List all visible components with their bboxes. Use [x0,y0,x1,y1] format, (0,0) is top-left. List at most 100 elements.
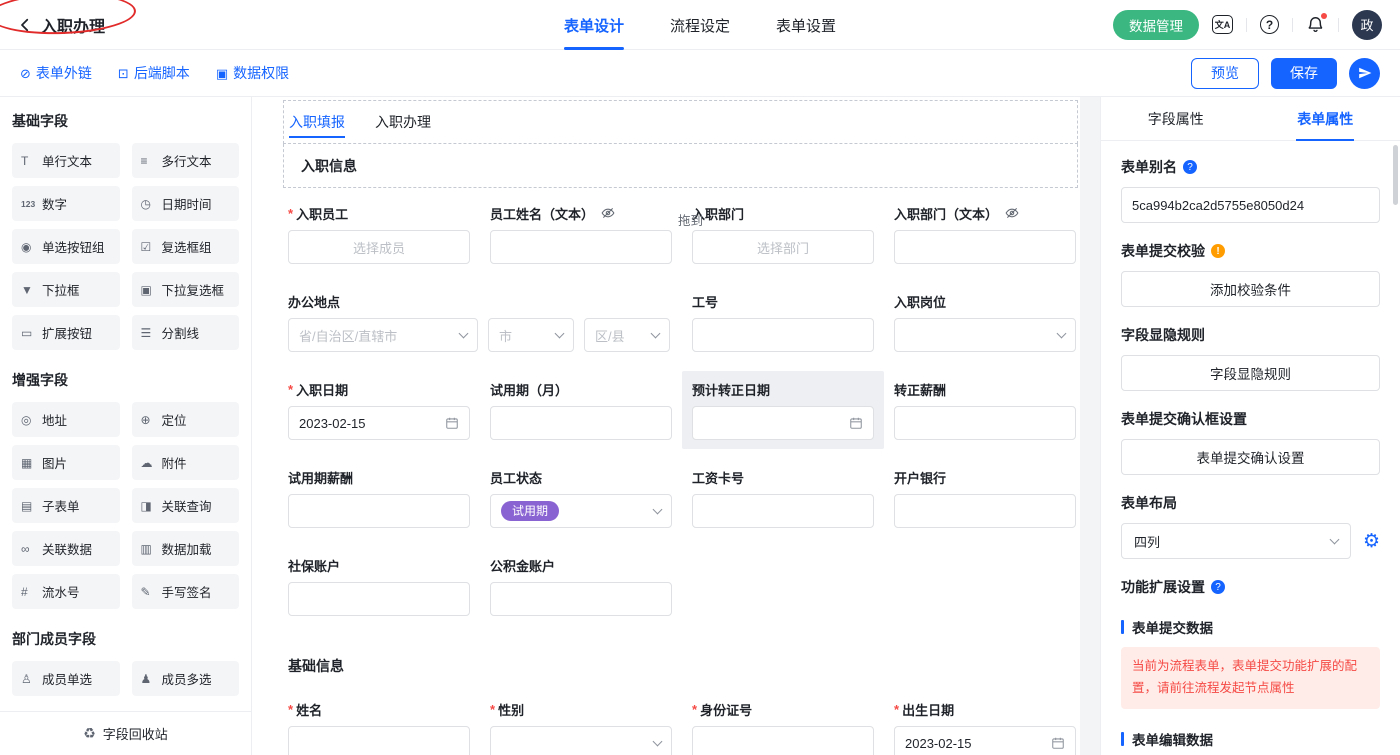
palette-item-checkbox-group[interactable]: ☑复选框组 [132,229,240,264]
field-bank[interactable]: 开户银行 [894,468,1076,528]
field-office-location[interactable]: 办公地点 省/自治区/直辖市 市 区/县 [288,292,672,352]
district-select[interactable]: 区/县 [584,318,670,352]
user-avatar[interactable]: 政 [1352,10,1382,40]
field-job-number[interactable]: 工号 [692,292,874,352]
text-input[interactable] [894,406,1076,440]
palette-item-image[interactable]: ▦图片 [12,445,120,480]
palette-item-linked-query[interactable]: ◨关联查询 [132,488,240,523]
field-probation-salary[interactable]: 试用期薪酬 [288,468,470,528]
field-hire-employee[interactable]: *入职员工 选择成员 [288,204,470,264]
field-expected-regular-date[interactable]: 预计转正日期 [682,371,884,449]
text-input[interactable] [692,318,874,352]
field-hire-date[interactable]: *入职日期 2023-02-15 [288,380,470,440]
tab-form-properties[interactable]: 表单属性 [1251,97,1400,140]
date-input[interactable] [692,406,874,440]
section-hire-info[interactable]: 入职信息 [283,144,1078,188]
palette-item-number[interactable]: 123数字 [12,186,120,221]
submit-confirm-button[interactable]: 表单提交确认设置 [1121,439,1380,475]
help-circle-icon[interactable]: ? [1211,580,1225,594]
text-input[interactable] [288,726,470,755]
section-basic-info[interactable]: 基础信息 [288,656,1078,676]
form-external-link[interactable]: ⊘ 表单外链 [20,63,92,83]
palette-item-extend-button[interactable]: ▭扩展按钮 [12,315,120,350]
member-picker-input[interactable]: 选择成员 [288,230,470,264]
form-alias-input[interactable]: 5ca994b2ca2d5755e8050d24 [1121,187,1380,223]
data-manage-button[interactable]: 数据管理 [1113,10,1199,40]
palette-item-divider[interactable]: ☰分割线 [132,315,240,350]
palette-item-subform[interactable]: ▤子表单 [12,488,120,523]
text-input[interactable] [894,494,1076,528]
text-input[interactable] [490,230,672,264]
notification-bell-icon[interactable] [1306,15,1325,34]
field-housing-fund-account[interactable]: 公积金账户 [490,556,672,616]
visibility-rules-button[interactable]: 字段显隐规则 [1121,355,1380,391]
position-select[interactable] [894,318,1076,352]
date-input[interactable]: 2023-02-15 [894,726,1076,755]
text-input[interactable] [692,494,874,528]
form-tab-hire-process[interactable]: 入职办理 [373,101,433,143]
palette-item-dropdown[interactable]: ▼下拉框 [12,272,120,307]
palette-item-member-multi[interactable]: ♟成员多选 [132,661,240,696]
palette-item-member-single[interactable]: ♙成员单选 [12,661,120,696]
gender-select[interactable] [490,726,672,755]
translate-icon[interactable]: 文A [1212,15,1233,34]
palette-item-attachment[interactable]: ☁附件 [132,445,240,480]
field-employee-name-text[interactable]: 员工姓名（文本） [490,204,672,264]
text-input[interactable] [490,582,672,616]
field-gender[interactable]: *性别 [490,700,672,755]
form-tab-hire-fill[interactable]: 入职填报 [287,101,347,143]
field-recycle-bin[interactable]: ♻ 字段回收站 [0,711,251,755]
field-hire-department-text[interactable]: 入职部门（文本） [894,204,1076,264]
palette-item-radio-group[interactable]: ◉单选按钮组 [12,229,120,264]
date-input[interactable]: 2023-02-15 [288,406,470,440]
department-picker-input[interactable]: 选择部门 [692,230,874,264]
text-input[interactable] [288,582,470,616]
palette-item-multi-dropdown[interactable]: ▣下拉复选框 [132,272,240,307]
palette-item-single-line-text[interactable]: T单行文本 [12,143,120,178]
share-button[interactable] [1349,58,1380,89]
text-input[interactable] [894,230,1076,264]
back-button[interactable] [16,16,34,34]
field-birth-date[interactable]: *出生日期 2023-02-15 [894,700,1076,755]
field-hire-department[interactable]: 入职部门 选择部门 [692,204,874,264]
palette-item-location[interactable]: ⊕定位 [132,402,240,437]
data-permission-link[interactable]: ▣ 数据权限 [216,63,289,83]
gear-icon[interactable]: ⚙ [1363,532,1380,551]
save-button[interactable]: 保存 [1271,58,1337,89]
field-label: *入职日期 [288,380,470,398]
field-id-number[interactable]: *身份证号 [692,700,874,755]
text-input[interactable] [692,726,874,755]
help-circle-icon[interactable]: ? [1183,160,1197,174]
palette-item-multi-line-text[interactable]: ≡多行文本 [132,143,240,178]
panel-scrollbar-thumb[interactable] [1393,145,1398,205]
text-input[interactable] [288,494,470,528]
field-regular-salary[interactable]: 转正薪酬 [894,380,1076,440]
field-social-security-account[interactable]: 社保账户 [288,556,470,616]
city-select[interactable]: 市 [488,318,574,352]
chip-label: 关联数据 [42,539,92,558]
form-tabs-widget[interactable]: 入职填报 入职办理 [283,100,1078,144]
palette-item-address[interactable]: ◎地址 [12,402,120,437]
palette-item-linked-data[interactable]: ∞关联数据 [12,531,120,566]
tab-field-properties[interactable]: 字段属性 [1101,97,1251,140]
palette-item-serial-number[interactable]: #流水号 [12,574,120,609]
field-hire-position[interactable]: 入职岗位 [894,292,1076,352]
text-input[interactable] [490,406,672,440]
palette-item-datetime[interactable]: ◷日期时间 [132,186,240,221]
field-salary-card-number[interactable]: 工资卡号 [692,468,874,528]
palette-item-data-load[interactable]: ▥数据加载 [132,531,240,566]
province-select[interactable]: 省/自治区/直辖市 [288,318,478,352]
tab-flow-setting[interactable]: 流程设定 [670,0,730,50]
field-name[interactable]: *姓名 [288,700,470,755]
tab-form-design[interactable]: 表单设计 [564,0,624,50]
backend-script-link[interactable]: ⊡ 后端脚本 [118,63,190,83]
palette-item-signature[interactable]: ✎手写签名 [132,574,240,609]
field-probation-months[interactable]: 试用期（月） [490,380,672,440]
status-select[interactable]: 试用期 [490,494,672,528]
field-employee-status[interactable]: 员工状态 试用期 [490,468,672,528]
preview-button[interactable]: 预览 [1191,58,1259,89]
help-icon[interactable]: ? [1260,15,1279,34]
layout-select[interactable]: 四列 [1121,523,1351,559]
add-validation-button[interactable]: 添加校验条件 [1121,271,1380,307]
tab-form-setting[interactable]: 表单设置 [776,0,836,50]
